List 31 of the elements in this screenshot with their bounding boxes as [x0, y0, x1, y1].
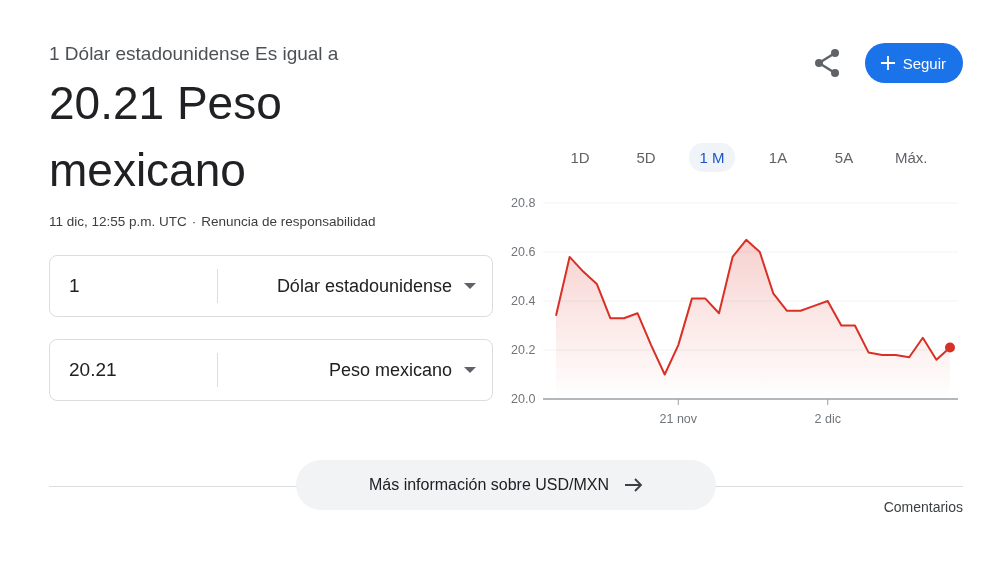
axis-label: 21 nov [659, 412, 698, 426]
end-point [945, 342, 955, 353]
feedback-link[interactable]: Comentarios [883, 499, 963, 515]
disclaimer-link[interactable]: Renuncia de responsabilidad [201, 214, 376, 229]
share-icon[interactable] [812, 48, 841, 78]
currency-dropdown[interactable]: Peso mexicano [218, 358, 492, 382]
follow-button[interactable]: Seguir [864, 43, 963, 83]
caret-icon [464, 367, 476, 373]
axis-label: 20.6 [511, 245, 536, 259]
range-tab[interactable]: 1D [557, 143, 603, 172]
range-tab[interactable]: Máx. [887, 143, 936, 172]
separator: · [191, 214, 197, 229]
axis-label: 20.8 [511, 196, 536, 210]
plus-icon [880, 56, 895, 70]
amount-field[interactable]: 1 [50, 269, 218, 303]
amount-field[interactable]: 20.21 [50, 353, 218, 387]
axis-label: 2 dic [814, 412, 841, 426]
more-info-button[interactable]: Más información sobre USD/MXN [296, 460, 716, 510]
axis-label: 20.2 [511, 343, 536, 357]
axis-label: 20.4 [511, 294, 536, 308]
range-tab[interactable]: 5A [821, 143, 867, 172]
currency-dropdown[interactable]: Dólar estadounidense [218, 274, 492, 298]
conversion-subtitle: 1 Dólar estadounidense Es igual a [49, 42, 340, 66]
arrow-icon [625, 478, 644, 492]
timestamp: 11 dic, 12:55 p.m. UTC [49, 214, 187, 229]
caret-icon [464, 283, 476, 289]
range-tab[interactable]: 1A [755, 143, 801, 172]
conversion-result: 20.21 Peso mexicano [49, 76, 283, 198]
range-tab[interactable]: 5D [623, 143, 669, 172]
range-tab[interactable]: 1 M [689, 143, 735, 172]
axis-label: 20.0 [511, 392, 536, 406]
